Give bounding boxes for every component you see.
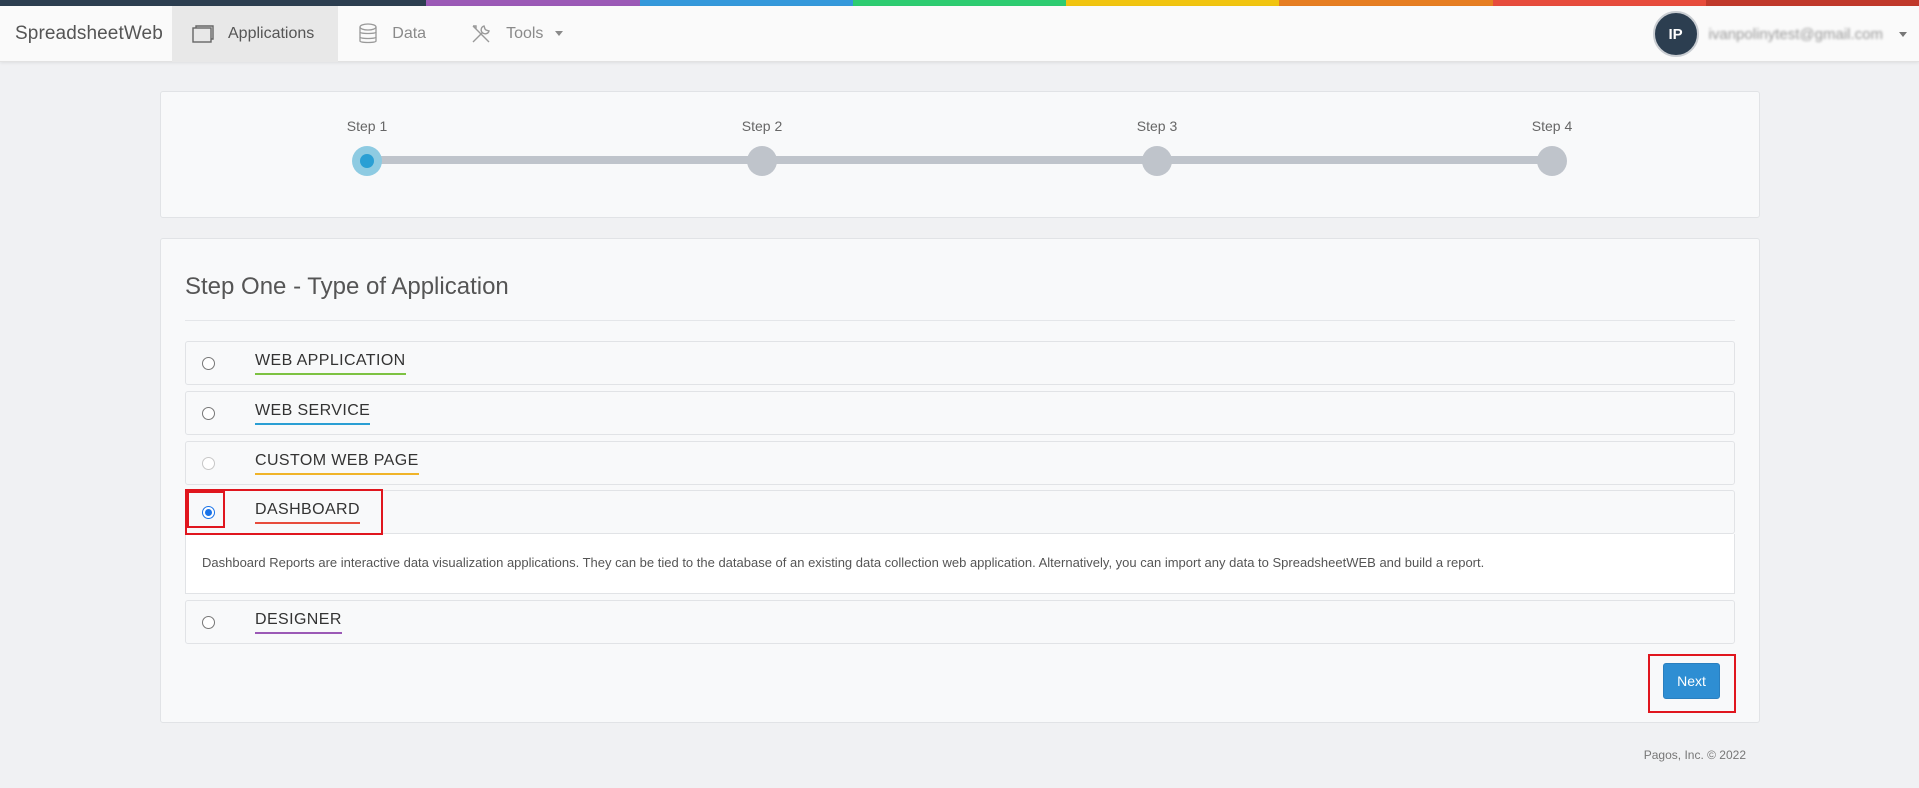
nav-data[interactable]: Data — [338, 6, 450, 62]
option-label: CUSTOM WEB PAGE — [255, 451, 419, 475]
window-icon — [192, 24, 214, 43]
page-title: Step One - Type of Application — [185, 273, 509, 300]
step-2: Step 2 — [732, 118, 792, 146]
step-label: Step 4 — [1531, 118, 1573, 134]
dashboard-description: Dashboard Reports are interactive data v… — [185, 534, 1735, 594]
chevron-down-icon — [555, 31, 564, 36]
chevron-down-icon[interactable] — [1899, 31, 1907, 37]
radio-web-service[interactable] — [202, 406, 215, 420]
option-label: DESIGNER — [255, 610, 342, 634]
user-menu[interactable]: IP ivanpolinytest@gmail.com — [1652, 10, 1907, 58]
step-2-indicator — [747, 146, 777, 176]
step-4-indicator — [1537, 146, 1567, 176]
step-label: Step 2 — [741, 118, 783, 134]
step-3-indicator — [1142, 146, 1172, 176]
footer-copyright: Pagos, Inc. © 2022 — [1643, 748, 1746, 762]
brand-logo[interactable]: SpreadsheetWeb — [0, 23, 172, 45]
radio-web-application[interactable] — [202, 356, 215, 370]
option-label: WEB SERVICE — [255, 401, 371, 425]
step-1-indicator — [352, 146, 382, 176]
step-label: Step 1 — [346, 118, 388, 134]
wizard-progress: Step 1 Step 2 Step 3 Step 4 — [160, 91, 1760, 218]
avatar[interactable]: IP — [1652, 11, 1699, 57]
nav-tools-label: Tools — [506, 24, 544, 42]
progress-track — [367, 156, 1551, 164]
option-web-application[interactable]: WEB APPLICATION — [185, 341, 1735, 385]
database-icon — [359, 22, 377, 43]
step-1: Step 1 — [337, 118, 397, 146]
user-email: ivanpolinytest@gmail.com — [1708, 25, 1883, 43]
next-button[interactable]: Next — [1663, 663, 1720, 699]
nav-applications[interactable]: Applications — [172, 5, 339, 62]
highlight-dashboard-option — [185, 489, 383, 535]
option-web-service[interactable]: WEB SERVICE — [185, 391, 1735, 435]
option-designer[interactable]: DESIGNER — [185, 600, 1735, 644]
nav-applications-label: Applications — [228, 24, 315, 42]
option-custom-web-page[interactable]: CUSTOM WEB PAGE — [185, 441, 1735, 485]
step-label: Step 3 — [1136, 118, 1178, 134]
divider — [185, 320, 1735, 321]
nav-tools[interactable]: Tools — [450, 6, 587, 62]
tools-icon — [472, 24, 490, 42]
step-4: Step 4 — [1522, 118, 1582, 146]
radio-custom-web-page[interactable] — [202, 456, 215, 470]
nav-data-label: Data — [392, 24, 427, 42]
option-label: WEB APPLICATION — [255, 351, 406, 375]
application-type-panel: Step One - Type of Application WEB APPLI… — [160, 238, 1760, 723]
radio-designer[interactable] — [202, 615, 215, 629]
option-dashboard[interactable]: DASHBOARD — [185, 490, 1735, 534]
top-navbar: SpreadsheetWeb Applications Data Tools I… — [0, 5, 1919, 62]
step-3: Step 3 — [1127, 118, 1187, 146]
